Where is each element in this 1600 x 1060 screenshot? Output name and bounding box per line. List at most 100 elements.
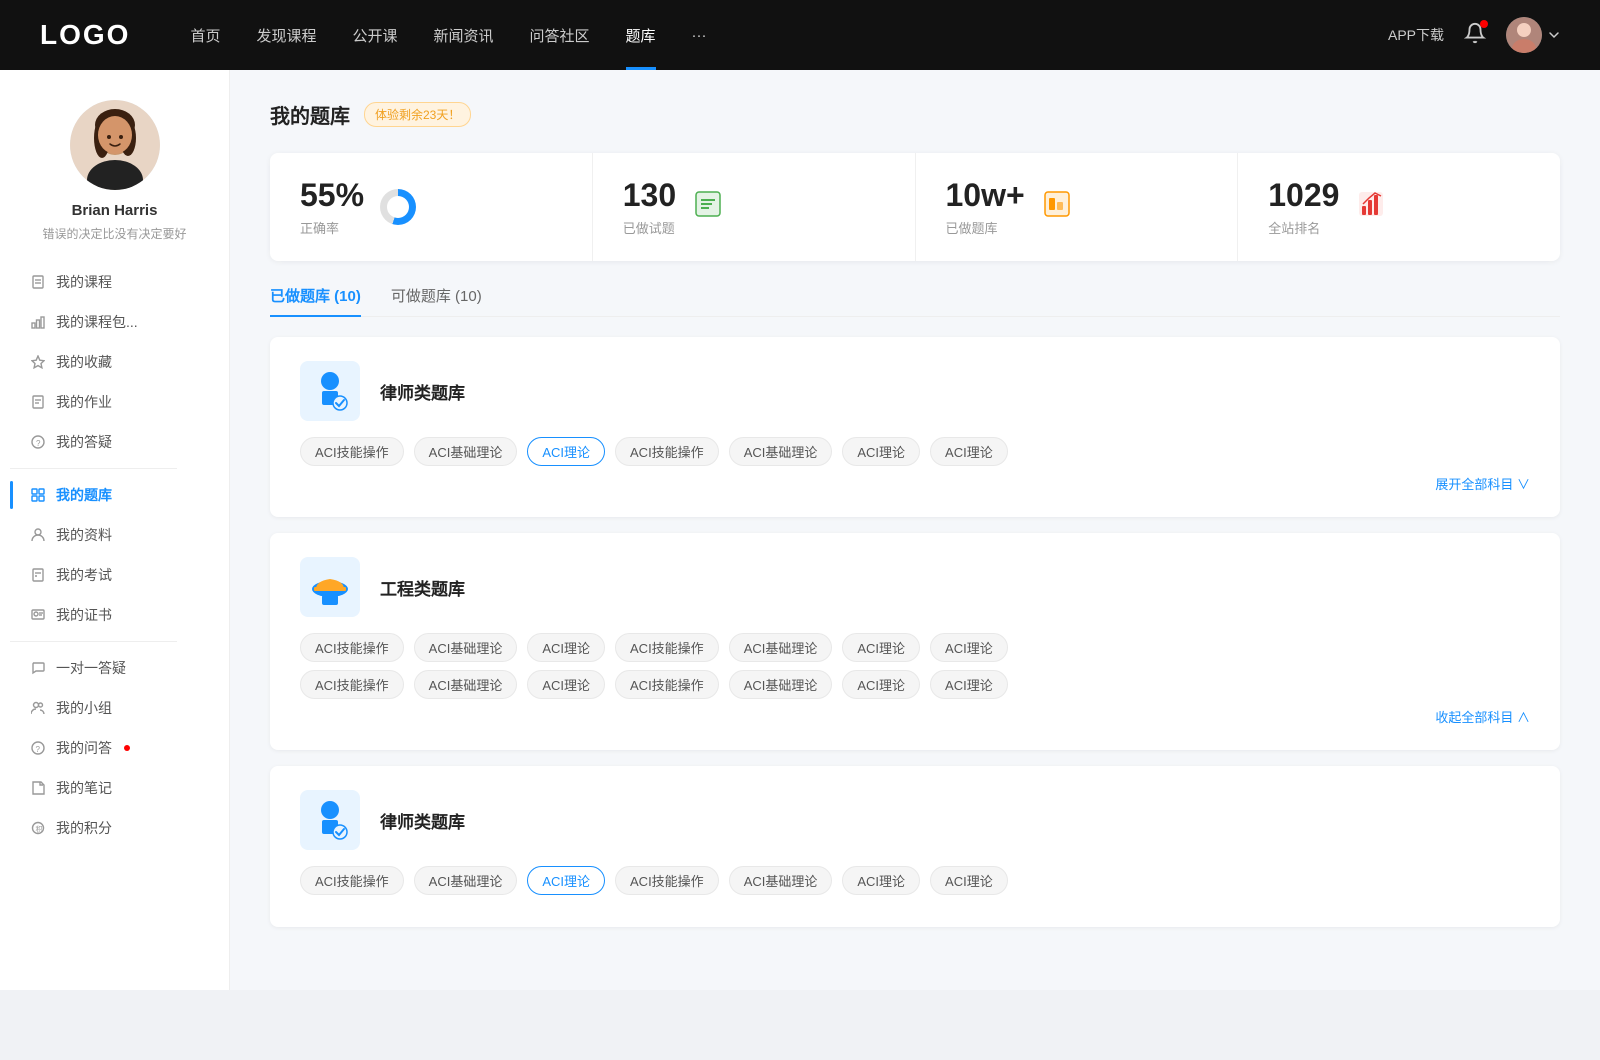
stat-accuracy-value: 55%: [300, 177, 364, 214]
file-icon: [30, 274, 46, 290]
tag-3-7[interactable]: ACI理论: [930, 866, 1008, 895]
tag-1-5[interactable]: ACI基础理论: [729, 437, 833, 466]
grid-icon: [30, 487, 46, 503]
page-title: 我的题库: [270, 100, 350, 129]
svg-text:积: 积: [36, 825, 43, 834]
sidebar-item-myqa[interactable]: ? 我的问答: [10, 728, 219, 768]
nav-discover[interactable]: 发现课程: [256, 25, 316, 46]
tab-todo-banks[interactable]: 可做题库 (10): [391, 285, 482, 316]
tag-2-3[interactable]: ACI理论: [527, 633, 605, 662]
file2-icon: [30, 567, 46, 583]
tag-3-4[interactable]: ACI技能操作: [615, 866, 719, 895]
chat-icon: [30, 660, 46, 676]
tag-2-6[interactable]: ACI理论: [842, 633, 920, 662]
sidebar-user-bio: 错误的决定比没有决定要好: [32, 225, 196, 242]
lawyer-icon-2: [300, 790, 360, 850]
sidebar-item-questionbank[interactable]: 我的题库: [10, 475, 219, 515]
tag-2-13[interactable]: ACI理论: [842, 670, 920, 699]
tag-2-12[interactable]: ACI基础理论: [729, 670, 833, 699]
user-avatar-area[interactable]: [1506, 17, 1560, 53]
ranking-icon: [1355, 188, 1387, 227]
tag-1-7[interactable]: ACI理论: [930, 437, 1008, 466]
tag-2-4[interactable]: ACI技能操作: [615, 633, 719, 662]
tag-2-8[interactable]: ACI技能操作: [300, 670, 404, 699]
sidebar-item-coursepack[interactable]: 我的课程包...: [10, 302, 219, 342]
engineer-icon: [300, 557, 360, 617]
nav-opencourse[interactable]: 公开课: [352, 25, 397, 46]
coin-icon: 积: [30, 820, 46, 836]
sidebar-item-points[interactable]: 积 我的积分: [10, 808, 219, 848]
lawyer-icon: [300, 361, 360, 421]
sidebar-divider-1: [10, 468, 177, 469]
tag-1-6[interactable]: ACI理论: [842, 437, 920, 466]
tag-3-6[interactable]: ACI理论: [842, 866, 920, 895]
app-download-button[interactable]: APP下载: [1388, 25, 1444, 45]
tag-2-10[interactable]: ACI理论: [527, 670, 605, 699]
bar-icon: [30, 314, 46, 330]
bank-card-engineer: 工程类题库 ACI技能操作 ACI基础理论 ACI理论 ACI技能操作 ACI基…: [270, 533, 1560, 750]
nav-news[interactable]: 新闻资讯: [434, 25, 494, 46]
tag-1-4[interactable]: ACI技能操作: [615, 437, 719, 466]
tabs-row: 已做题库 (10) 可做题库 (10): [270, 285, 1560, 317]
nav-more[interactable]: ···: [692, 27, 707, 44]
tag-2-14[interactable]: ACI理论: [930, 670, 1008, 699]
trial-badge: 体验剩余23天！: [364, 102, 471, 127]
tag-2-7[interactable]: ACI理论: [930, 633, 1008, 662]
tag-1-2[interactable]: ACI基础理论: [414, 437, 518, 466]
navbar-logo: LOGO: [40, 19, 130, 51]
tag-2-5[interactable]: ACI基础理论: [729, 633, 833, 662]
sidebar-item-homework[interactable]: 我的作业: [10, 382, 219, 422]
stat-done-questions: 130 已做试题: [593, 153, 916, 261]
sidebar-item-1on1[interactable]: 一对一答疑: [10, 648, 219, 688]
expand-link-lawyer-1[interactable]: 展开全部科目 ∨: [300, 474, 1530, 493]
sidebar-divider-2: [10, 641, 177, 642]
banks-icon: [1041, 188, 1073, 227]
stat-ranking-value: 1029: [1268, 177, 1339, 214]
sidebar-menu: 我的课程 我的课程包... 我的收藏: [0, 262, 229, 848]
stat-done-questions-value: 130: [623, 177, 676, 214]
sidebar-avatar: [70, 100, 160, 190]
navbar-right: APP下载: [1388, 17, 1560, 53]
sidebar-item-favorites[interactable]: 我的收藏: [10, 342, 219, 382]
tags-row-lawyer-1: ACI技能操作 ACI基础理论 ACI理论 ACI技能操作 ACI基础理论 AC…: [300, 437, 1530, 466]
sidebar-item-group[interactable]: 我的小组: [10, 688, 219, 728]
page-title-row: 我的题库 体验剩余23天！: [270, 100, 1560, 129]
stat-done-banks-value: 10w+: [946, 177, 1025, 214]
qa-notification-dot: [124, 745, 130, 751]
sidebar-item-qa[interactable]: ? 我的答疑: [10, 422, 219, 462]
sidebar-item-profile[interactable]: 我的资料: [10, 515, 219, 555]
tag-3-5[interactable]: ACI基础理论: [729, 866, 833, 895]
bank-title-lawyer-1: 律师类题库: [380, 379, 465, 404]
note-icon: [30, 780, 46, 796]
tag-1-3[interactable]: ACI理论: [527, 437, 605, 466]
question-icon: ?: [30, 434, 46, 450]
notification-bell[interactable]: [1464, 22, 1486, 49]
tag-2-1[interactable]: ACI技能操作: [300, 633, 404, 662]
tab-done-banks[interactable]: 已做题库 (10): [270, 285, 361, 316]
tag-3-3[interactable]: ACI理论: [527, 866, 605, 895]
tag-2-2[interactable]: ACI基础理论: [414, 633, 518, 662]
chevron-down-icon: [1548, 29, 1560, 41]
stat-accuracy: 55% 正确率: [270, 153, 593, 261]
tag-2-9[interactable]: ACI基础理论: [414, 670, 518, 699]
tag-1-1[interactable]: ACI技能操作: [300, 437, 404, 466]
nav-questions[interactable]: 题库: [626, 25, 656, 46]
tag-3-2[interactable]: ACI基础理论: [414, 866, 518, 895]
sidebar-item-courses[interactable]: 我的课程: [10, 262, 219, 302]
tags-row-engineer-1: ACI技能操作 ACI基础理论 ACI理论 ACI技能操作 ACI基础理论 AC…: [300, 633, 1530, 662]
notification-dot: [1480, 20, 1488, 28]
nav-qa[interactable]: 问答社区: [530, 25, 590, 46]
navbar: LOGO 首页 发现课程 公开课 新闻资讯 问答社区 题库 ··· APP下载: [0, 0, 1600, 70]
bank-title-lawyer-2: 律师类题库: [380, 808, 465, 833]
doc-icon: [30, 394, 46, 410]
sidebar-item-exam[interactable]: 我的考试: [10, 555, 219, 595]
bank-title-engineer: 工程类题库: [380, 575, 465, 600]
collapse-link-engineer[interactable]: 收起全部科目 ∧: [300, 707, 1530, 726]
sidebar-item-notes[interactable]: 我的笔记: [10, 768, 219, 808]
nav-home[interactable]: 首页: [190, 25, 220, 46]
tag-3-1[interactable]: ACI技能操作: [300, 866, 404, 895]
svg-text:?: ?: [36, 439, 41, 448]
star-icon: [30, 354, 46, 370]
tag-2-11[interactable]: ACI技能操作: [615, 670, 719, 699]
sidebar-item-certificate[interactable]: 我的证书: [10, 595, 219, 635]
